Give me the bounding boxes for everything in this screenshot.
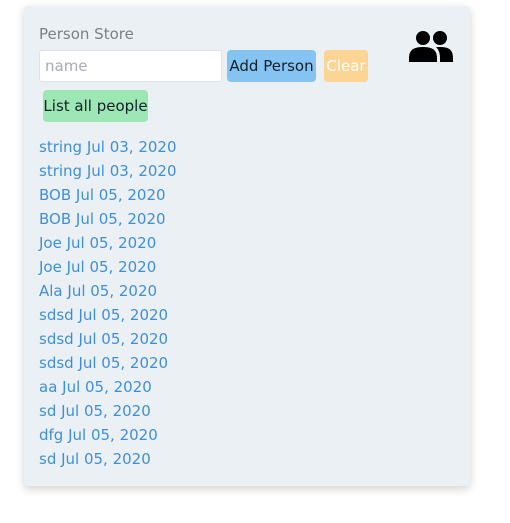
- app-title: Person Store: [39, 25, 134, 43]
- person-item[interactable]: sdsd Jul 05, 2020: [39, 351, 177, 375]
- person-item[interactable]: sd Jul 05, 2020: [39, 399, 177, 423]
- person-item[interactable]: BOB Jul 05, 2020: [39, 207, 177, 231]
- list-all-people-button[interactable]: List all people: [43, 90, 148, 122]
- name-input[interactable]: [39, 50, 222, 82]
- person-item[interactable]: Ala Jul 05, 2020: [39, 279, 177, 303]
- person-item[interactable]: dfg Jul 05, 2020: [39, 423, 177, 447]
- person-item[interactable]: string Jul 03, 2020: [39, 159, 177, 183]
- person-item[interactable]: sdsd Jul 05, 2020: [39, 303, 177, 327]
- person-item[interactable]: string Jul 03, 2020: [39, 135, 177, 159]
- person-item[interactable]: sd Jul 05, 2020: [39, 447, 177, 471]
- person-item[interactable]: Joe Jul 05, 2020: [39, 231, 177, 255]
- people-list: string Jul 03, 2020 string Jul 03, 2020 …: [39, 135, 177, 471]
- person-store-card: Person Store Add Person Clear List all p…: [24, 6, 470, 486]
- add-person-button[interactable]: Add Person: [227, 50, 316, 82]
- clear-button[interactable]: Clear: [324, 50, 368, 82]
- person-item[interactable]: sdsd Jul 05, 2020: [39, 327, 177, 351]
- person-item[interactable]: BOB Jul 05, 2020: [39, 183, 177, 207]
- person-item[interactable]: aa Jul 05, 2020: [39, 375, 177, 399]
- person-item[interactable]: Joe Jul 05, 2020: [39, 255, 177, 279]
- people-icon: [409, 31, 453, 62]
